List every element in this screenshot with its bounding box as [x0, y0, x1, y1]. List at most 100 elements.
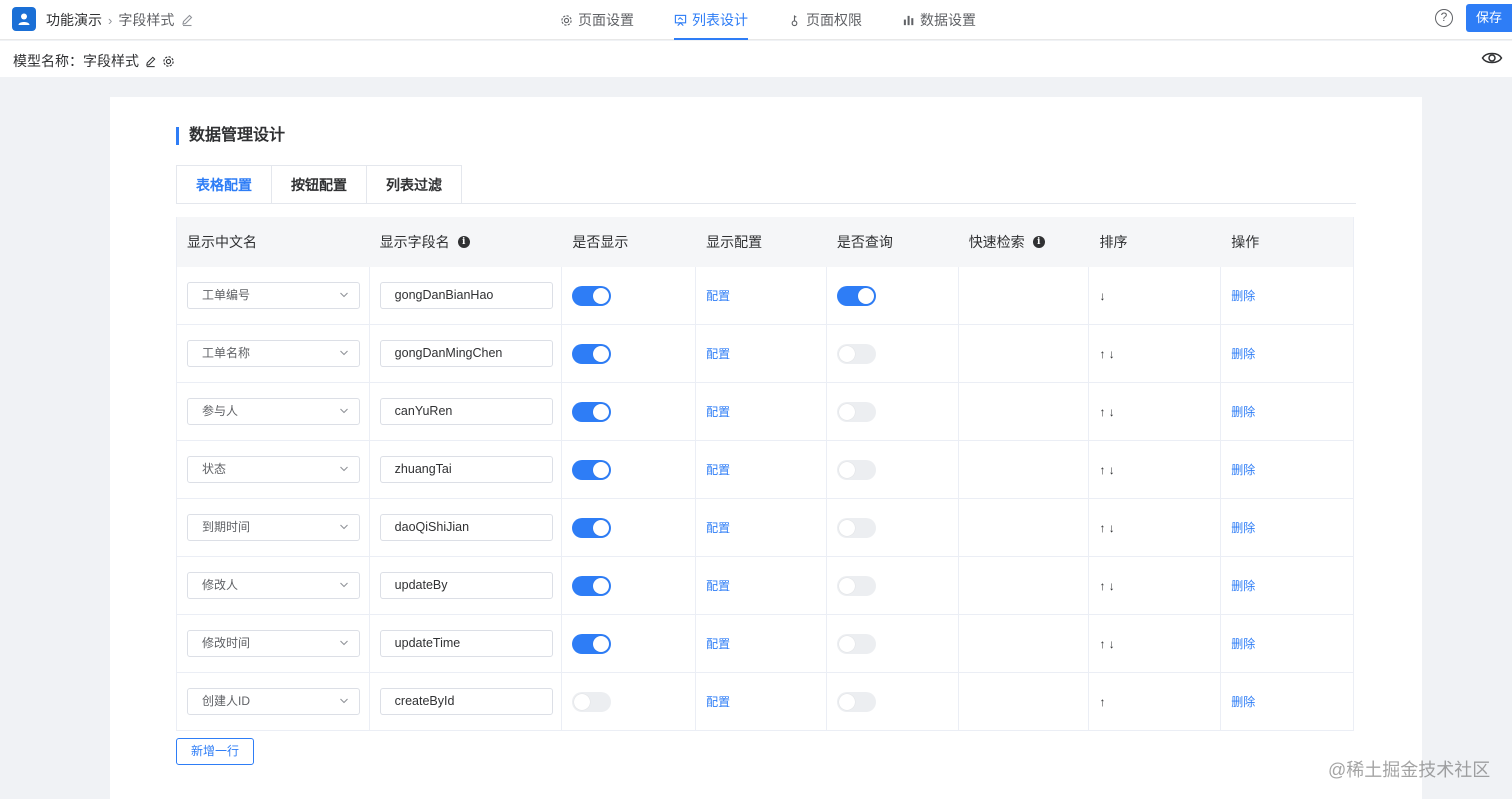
show-toggle[interactable] — [572, 633, 612, 654]
delete-link[interactable]: 删除 — [1231, 577, 1255, 594]
delete-link[interactable]: 删除 — [1231, 403, 1255, 420]
cell-query — [827, 615, 959, 672]
select-value: 到期时间 — [202, 520, 251, 534]
config-link[interactable]: 配置 — [706, 345, 730, 362]
query-toggle[interactable] — [836, 285, 876, 306]
tab-list-design[interactable]: 列表设计 — [674, 0, 748, 40]
sort-arrows[interactable]: ↑ ↓ — [1099, 521, 1114, 535]
field-name-input[interactable]: zhuangTai — [379, 456, 553, 483]
cn-name-select[interactable]: 工单名称 — [187, 340, 360, 367]
add-row-button[interactable]: 新增一行 — [176, 738, 254, 765]
tab-data-settings[interactable]: 数据设置 — [902, 0, 976, 40]
field-name-input[interactable]: daoQiShiJian — [379, 514, 553, 541]
tab-label: 页面设置 — [578, 12, 634, 28]
query-toggle[interactable] — [836, 633, 876, 654]
field-name-input[interactable]: updateBy — [379, 572, 553, 599]
eye-icon[interactable] — [1481, 51, 1503, 65]
config-link[interactable]: 配置 — [706, 461, 730, 478]
table-row: 参与人 canYuRen 配置 ↑ ↓ 删除 — [177, 383, 1353, 441]
help-button[interactable]: ? — [1435, 9, 1453, 27]
show-toggle[interactable] — [572, 459, 612, 480]
tab-page-permissions[interactable]: 页面权限 — [788, 0, 862, 40]
cn-name-select[interactable]: 工单编号 — [187, 282, 360, 309]
cell-field-name: canYuRen — [370, 383, 563, 440]
field-name-input[interactable]: canYuRen — [379, 398, 553, 425]
cell-action: 删除 — [1221, 383, 1353, 440]
show-toggle[interactable] — [572, 575, 612, 596]
cell-quick-search — [959, 325, 1090, 382]
query-toggle[interactable] — [836, 343, 876, 364]
tab-table-config[interactable]: 表格配置 — [177, 166, 272, 204]
query-toggle[interactable] — [836, 401, 876, 422]
show-toggle[interactable] — [572, 691, 612, 712]
sort-arrows[interactable]: ↑ ↓ — [1099, 637, 1114, 651]
show-toggle[interactable] — [572, 517, 612, 538]
tab-button-config[interactable]: 按钮配置 — [272, 166, 367, 204]
show-toggle[interactable] — [572, 285, 612, 306]
sort-arrows[interactable]: ↑ ↓ — [1099, 405, 1114, 419]
gear-icon[interactable] — [162, 55, 175, 68]
cell-field-name: createById — [370, 673, 563, 730]
edit-icon[interactable] — [180, 13, 194, 27]
config-link[interactable]: 配置 — [706, 693, 730, 710]
cell-action: 删除 — [1221, 673, 1353, 730]
cell-sort: ↑ ↓ — [1089, 441, 1222, 498]
config-link[interactable]: 配置 — [706, 287, 730, 304]
cell-cn-name: 修改时间 — [177, 615, 370, 672]
field-name-input[interactable]: gongDanBianHao — [379, 282, 553, 309]
delete-link[interactable]: 删除 — [1231, 635, 1255, 652]
cn-name-select[interactable]: 状态 — [187, 456, 360, 483]
tab-list-filter[interactable]: 列表过滤 — [367, 166, 461, 204]
cn-name-select[interactable]: 到期时间 — [187, 514, 360, 541]
sort-arrows[interactable]: ↑ ↓ — [1099, 579, 1114, 593]
field-name-input[interactable]: updateTime — [379, 630, 553, 657]
config-link[interactable]: 配置 — [706, 577, 730, 594]
info-icon[interactable]: i — [1032, 236, 1045, 248]
chevron-down-icon — [340, 350, 348, 356]
show-toggle[interactable] — [572, 343, 612, 364]
field-name-input[interactable]: createById — [379, 688, 553, 715]
toggle-knob — [593, 461, 610, 478]
config-link[interactable]: 配置 — [706, 403, 730, 420]
chevron-down-icon — [340, 582, 348, 588]
cell-display-config: 配置 — [696, 499, 827, 556]
query-toggle[interactable] — [836, 517, 876, 538]
show-toggle[interactable] — [572, 401, 612, 422]
delete-link[interactable]: 删除 — [1231, 461, 1255, 478]
tab-page-settings[interactable]: 页面设置 — [560, 0, 634, 40]
chevron-down-icon — [340, 466, 348, 472]
cell-action: 删除 — [1221, 615, 1353, 672]
cell-display-config: 配置 — [696, 441, 827, 498]
config-link[interactable]: 配置 — [706, 519, 730, 536]
cn-name-select[interactable]: 参与人 — [187, 398, 360, 425]
cell-sort: ↓ — [1089, 267, 1222, 324]
select-value: 工单名称 — [202, 346, 251, 360]
edit-icon[interactable] — [144, 55, 157, 68]
delete-link[interactable]: 删除 — [1231, 345, 1255, 362]
app-logo[interactable] — [12, 7, 36, 31]
cn-name-select[interactable]: 修改人 — [187, 572, 360, 599]
cell-display-config: 配置 — [696, 615, 827, 672]
config-link[interactable]: 配置 — [706, 635, 730, 652]
delete-link[interactable]: 删除 — [1231, 287, 1255, 304]
user-icon — [18, 13, 30, 25]
query-toggle[interactable] — [836, 575, 876, 596]
field-name-input[interactable]: gongDanMingChen — [379, 340, 553, 367]
save-button[interactable]: 保存 — [1466, 4, 1512, 32]
sort-arrows[interactable]: ↑ ↓ — [1099, 347, 1114, 361]
query-toggle[interactable] — [836, 459, 876, 480]
sort-arrows[interactable]: ↓ — [1099, 289, 1105, 303]
query-toggle[interactable] — [836, 691, 876, 712]
cn-name-select[interactable]: 修改时间 — [187, 630, 360, 657]
chevron-down-icon — [340, 292, 348, 298]
info-icon[interactable]: i — [457, 236, 470, 248]
breadcrumb-root[interactable]: 功能演示 — [46, 10, 102, 30]
model-header: 模型名称：字段样式 — [0, 41, 1512, 77]
cell-quick-search — [959, 615, 1090, 672]
sort-arrows[interactable]: ↑ — [1099, 695, 1105, 709]
cell-show — [562, 615, 697, 672]
delete-link[interactable]: 删除 — [1231, 693, 1255, 710]
cn-name-select[interactable]: 创建人ID — [187, 688, 360, 715]
delete-link[interactable]: 删除 — [1231, 519, 1255, 536]
sort-arrows[interactable]: ↑ ↓ — [1099, 463, 1114, 477]
